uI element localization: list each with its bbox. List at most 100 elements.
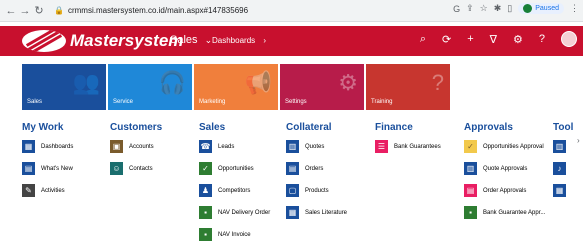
google-icon[interactable]: G	[453, 4, 460, 14]
list-item-bank-guarantees[interactable]: ☰ Bank Guarantees	[375, 139, 464, 154]
list-item-whats-new[interactable]: ▤ What's New	[22, 161, 110, 176]
profile-avatar	[523, 4, 533, 13]
activities-icon: ✎	[22, 184, 35, 197]
menu-icon[interactable]: ⋮	[570, 3, 579, 14]
share-icon[interactable]: ⇪	[466, 3, 474, 14]
bank-guarantees-icon: ☰	[375, 140, 388, 153]
chart-icon: ▥	[553, 140, 566, 153]
order-approvals-icon: ▤	[464, 184, 477, 197]
list-item-contacts[interactable]: ☺ Contacts	[110, 161, 199, 176]
lock-icon[interactable]: 🔒	[54, 6, 64, 15]
list-item-products[interactable]: ▢ Products	[286, 183, 375, 198]
list-item-bank-guarantee-approval[interactable]: ▪ Bank Guarantee Appr...	[464, 205, 553, 220]
item-label: Leads	[218, 143, 235, 150]
item-label: Dashboards	[41, 143, 74, 150]
competitors-icon: ♟	[199, 184, 212, 197]
tile-label: Training	[371, 99, 393, 105]
news-icon: ▤	[22, 162, 35, 175]
item-label: NAV Invoice	[218, 231, 251, 238]
brand-name: Mastersystem	[70, 31, 184, 50]
bank-guarantee-approval-icon: ▪	[464, 206, 477, 219]
products-icon: ▢	[286, 184, 299, 197]
address-bar[interactable]: crmmsi.mastersystem.co.id/main.aspx#1478…	[68, 6, 248, 15]
sales-literature-icon: ▦	[286, 206, 299, 219]
list-item-competitors[interactable]: ♟ Competitors	[199, 183, 286, 198]
list-item-activities[interactable]: ✎ Activities	[22, 183, 110, 198]
area-selector[interactable]: Sales ⌄	[170, 34, 212, 46]
contacts-icon: ☺	[110, 162, 123, 175]
star-icon[interactable]: ☆	[480, 3, 488, 14]
tile-training[interactable]: ? Training	[366, 64, 450, 110]
list-item-opportunities[interactable]: ✓ Opportunities	[199, 161, 286, 176]
item-label: Opportunities Approval	[483, 143, 544, 150]
breadcrumb-label: Dashboards	[212, 36, 256, 45]
column-approvals: Approvals ✓ Opportunities Approval ▥ Quote…	[464, 122, 553, 249]
list-item-nav-invoice[interactable]: ▪ NAV Invoice	[199, 227, 286, 242]
people-icon: 👥	[72, 70, 100, 95]
plus-icon[interactable]: +	[467, 33, 473, 45]
column-finance: Finance ☰ Bank Guarantees	[375, 122, 464, 249]
column-title: Tool	[553, 122, 574, 133]
list-item-nav-delivery-order[interactable]: ▪ NAV Delivery Order	[199, 205, 286, 220]
browser-toolbar: ← → ↻ 🔒 crmmsi.mastersystem.co.id/main.a…	[0, 0, 583, 22]
list-item-quotes[interactable]: ▥ Quotes	[286, 139, 375, 154]
app-header: Mastersystem Sales ⌄ Dashboards › ⌕ ⟳ + …	[0, 26, 583, 56]
list-item-order-approvals[interactable]: ▤ Order Approvals	[464, 183, 553, 198]
tile-settings[interactable]: ⚙ Settings	[280, 64, 364, 110]
list-item-sales-literature[interactable]: ▦ Sales Literature	[286, 205, 375, 220]
list-item-opportunities-approval[interactable]: ✓ Opportunities Approval	[464, 139, 553, 154]
nav-delivery-order-icon: ▪	[199, 206, 212, 219]
list-item-leads[interactable]: ☎ Leads	[199, 139, 286, 154]
column-customers: Customers ▣ Accounts ☺ Contacts	[110, 122, 199, 249]
extensions-icon[interactable]: ✱	[494, 3, 502, 14]
question-icon: ?	[431, 70, 444, 95]
forward-icon[interactable]: →	[18, 5, 32, 17]
help-icon[interactable]: ?	[539, 33, 545, 45]
item-label: Quotes	[305, 143, 325, 150]
profile-button[interactable]: Paused	[518, 3, 564, 14]
column-mywork: My Work ▦ Dashboards ▤ What's New ✎ Activit…	[22, 122, 110, 249]
tile-label: Sales	[27, 99, 43, 105]
filter-icon[interactable]: ∇	[490, 33, 497, 46]
item-label: Bank Guarantees	[394, 143, 441, 150]
breadcrumb[interactable]: Dashboards ›	[212, 36, 266, 45]
reload-icon[interactable]: ↻	[32, 4, 46, 17]
accounts-icon: ▣	[110, 140, 123, 153]
item-label: Accounts	[129, 143, 154, 150]
item-label: Contacts	[129, 165, 153, 172]
opportunities-approval-icon: ✓	[464, 140, 477, 153]
item-label: Products	[305, 187, 329, 194]
list-item-tool-3[interactable]: ▦	[553, 183, 583, 198]
column-sales: Sales ☎ Leads ✓ Opportunities ♟ Competitors…	[199, 122, 286, 249]
tile-service[interactable]: 🎧 Service	[108, 64, 192, 110]
item-label: NAV Delivery Order	[218, 209, 271, 216]
column-title: Customers	[110, 122, 163, 133]
gear-icon[interactable]: ⚙	[513, 33, 523, 46]
column-title: Sales	[199, 122, 226, 133]
chevron-down-icon: ⌄	[204, 35, 213, 45]
tile-sales[interactable]: 👥 Sales	[22, 64, 106, 110]
list-item-quote-approvals[interactable]: ▥ Quote Approvals	[464, 161, 553, 176]
list-item-tool-2[interactable]: ♪	[553, 161, 583, 176]
sidepanel-icon[interactable]: ▯	[507, 3, 512, 14]
item-label: Activities	[41, 187, 65, 194]
search-icon[interactable]: ⌕	[420, 33, 426, 46]
orders-icon: ▤	[286, 162, 299, 175]
chevron-right-icon: ›	[263, 36, 267, 45]
tile-marketing[interactable]: 📢 Marketing	[194, 64, 278, 110]
list-item-orders[interactable]: ▤ Orders	[286, 161, 375, 176]
opportunities-icon: ✓	[199, 162, 212, 175]
megaphone-icon: 📢	[244, 70, 272, 95]
item-label: Opportunities	[218, 165, 254, 172]
list-item-accounts[interactable]: ▣ Accounts	[110, 139, 199, 154]
avatar[interactable]	[561, 31, 577, 47]
quotes-icon: ▥	[286, 140, 299, 153]
tile-label: Settings	[285, 99, 307, 105]
back-icon[interactable]: ←	[4, 5, 18, 17]
calendar-icon: ▦	[553, 184, 566, 197]
scroll-right-icon[interactable]: ›	[577, 136, 580, 145]
recent-icon[interactable]: ⟳	[442, 33, 451, 46]
item-label: Sales Literature	[305, 209, 348, 216]
list-item-dashboards[interactable]: ▦ Dashboards	[22, 139, 110, 154]
item-label: What's New	[41, 165, 73, 172]
